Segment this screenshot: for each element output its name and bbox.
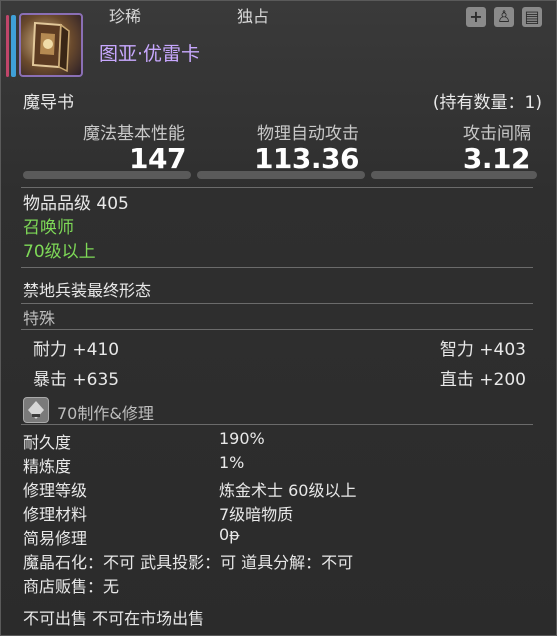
- special-label: 特殊: [23, 309, 56, 328]
- rarity-accent-bar: [11, 15, 16, 77]
- rarity-tag: 珍稀: [109, 7, 142, 26]
- divider: [21, 303, 533, 304]
- detail-label-durability: 耐久度: [23, 433, 72, 452]
- plus-icon[interactable]: +: [466, 7, 486, 27]
- item-tooltip: 珍稀 独占 + ♙ ▤ 图亚·优雷卡 魔导书 (持有数量：1) 魔法基本性能 物…: [0, 0, 557, 636]
- level-requirement: 70级以上: [23, 242, 96, 262]
- item-level: 物品品级 405: [23, 194, 129, 214]
- item-name: 图亚·优雷卡: [99, 43, 201, 65]
- detail-value-repair-material: 7级暗物质: [219, 505, 294, 524]
- crafting-label: 70制作&修理: [57, 404, 154, 423]
- attribute-intelligence: 智力 +403: [439, 340, 526, 360]
- stat-value-magic: 147: [129, 142, 186, 175]
- detail-value-spiritbond: 1%: [219, 453, 245, 472]
- glamour-icon[interactable]: ♙: [494, 7, 514, 27]
- attribute-vitality: 耐力 +410: [33, 340, 120, 360]
- stat-header-magic: 魔法基本性能: [83, 124, 185, 144]
- unique-tag: 独占: [237, 7, 270, 26]
- detail-value-repair-level: 炼金术士 60级以上: [219, 481, 357, 500]
- detail-label-repair-material: 修理材料: [23, 505, 88, 524]
- detail-value-quick-repair: 0ᵽ: [219, 525, 240, 544]
- item-category: 魔导书: [23, 93, 74, 113]
- top-icon-row: + ♙ ▤: [466, 7, 542, 27]
- stat-value-delay: 3.12: [462, 142, 531, 175]
- shop-sale: 商店贩售：无: [23, 577, 120, 596]
- divider: [21, 187, 533, 188]
- owned-count: (持有数量：1): [432, 93, 542, 113]
- detail-label-spiritbond: 精炼度: [23, 457, 72, 476]
- attribute-direct-hit: 直击 +200: [439, 370, 526, 390]
- set-name: 禁地兵装最终形态: [23, 281, 152, 300]
- divider: [21, 424, 533, 425]
- job-accent-bar: [6, 15, 9, 77]
- item-flags: 魔晶石化：不可 武具投影：可 道具分解：不可: [23, 553, 354, 572]
- grimoire-icon[interactable]: [19, 13, 83, 77]
- detail-label-repair-level: 修理等级: [23, 481, 88, 500]
- chest-icon[interactable]: ▤: [522, 7, 542, 27]
- divider: [21, 329, 533, 330]
- stat-header-delay: 攻击间隔: [463, 124, 531, 144]
- crafting-icon: [23, 397, 49, 423]
- detail-label-quick-repair: 简易修理: [23, 529, 88, 548]
- sale-restrictions: 不可出售 不可在市场出售: [23, 609, 205, 628]
- stat-value-auto-attack: 113.36: [253, 142, 360, 175]
- divider: [21, 267, 533, 268]
- attribute-critical-hit: 暴击 +635: [33, 370, 120, 390]
- detail-value-durability: 190%: [219, 429, 265, 448]
- stat-header-auto-attack: 物理自动攻击: [257, 124, 359, 144]
- job-requirement: 召唤师: [23, 218, 74, 238]
